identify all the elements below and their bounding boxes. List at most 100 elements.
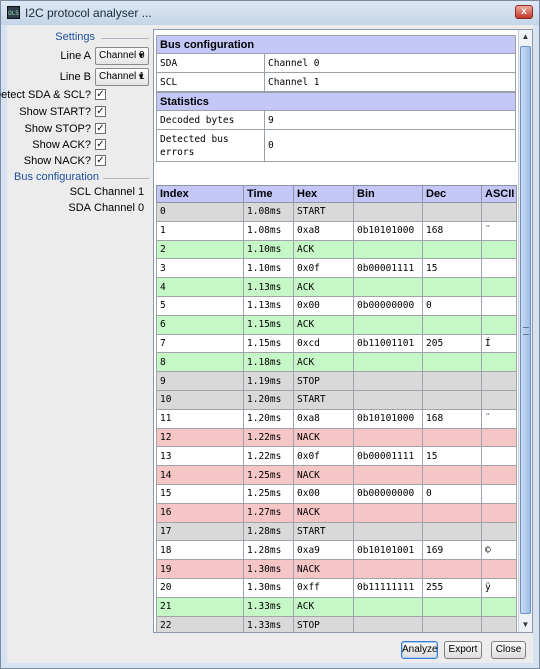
cell-dec: 205 <box>422 333 482 354</box>
cell-time: 1.22ms <box>243 446 294 467</box>
report-scroll-area[interactable]: Bus configuration SDA Channel 0 SCL Chan… <box>154 30 518 632</box>
table-row[interactable]: 4 1.13ms ACK <box>156 277 517 297</box>
table-row[interactable]: 18 1.28ms 0xa9 0b10101001 169 © <box>156 540 517 561</box>
column-header-dec: Dec <box>422 185 482 203</box>
cell-bin <box>353 314 423 335</box>
table-row[interactable]: 21 1.33ms ACK <box>156 596 517 617</box>
cell-bin: 0b11001101 <box>353 333 423 354</box>
table-row[interactable]: 10 1.20ms START <box>156 389 517 410</box>
cell-dec <box>422 465 482 485</box>
table-row[interactable]: 14 1.25ms NACK <box>156 465 517 485</box>
column-header-time: Time <box>243 185 294 203</box>
table-row[interactable]: 15 1.25ms 0x00 0b00000000 0 <box>156 483 517 504</box>
vertical-scrollbar[interactable]: ▲ ▼ <box>518 30 532 632</box>
table-row[interactable]: 7 1.15ms 0xcd 0b11001101 205 Í <box>156 333 517 354</box>
window-close-button[interactable]: x <box>515 5 533 19</box>
cell-index: 19 <box>156 559 244 579</box>
cell-time: 1.19ms <box>243 371 294 391</box>
cell-time: 1.33ms <box>243 596 294 617</box>
cell-ascii <box>481 258 517 279</box>
show-stop-checkbox[interactable]: ✓ <box>95 123 106 134</box>
cell-hex: 0x00 <box>293 295 354 316</box>
scroll-up-icon[interactable]: ▲ <box>519 30 532 44</box>
export-button[interactable]: Export <box>444 641 482 659</box>
cell-time: 1.13ms <box>243 295 294 316</box>
scroll-down-icon[interactable]: ▼ <box>519 618 532 632</box>
settings-header: Settings <box>7 31 149 45</box>
cell-hex: 0xa8 <box>293 408 354 429</box>
scl-value-cell: Channel 1 <box>264 72 516 92</box>
cell-hex: ACK <box>293 352 354 373</box>
table-row[interactable]: 11 1.20ms 0xa8 0b10101000 168 ¨ <box>156 408 517 429</box>
close-button[interactable]: Close <box>491 641 526 659</box>
cell-time: 1.08ms <box>243 202 294 222</box>
table-row[interactable]: 17 1.28ms START <box>156 521 517 542</box>
cell-index: 20 <box>156 577 244 598</box>
cell-ascii <box>481 277 517 297</box>
cell-index: 13 <box>156 446 244 467</box>
table-row[interactable]: 5 1.13ms 0x00 0b00000000 0 <box>156 295 517 316</box>
show-ack-label: Show ACK? <box>32 139 91 151</box>
show-ack-checkbox[interactable]: ✓ <box>95 139 106 150</box>
cell-index: 8 <box>156 352 244 373</box>
column-header-bin: Bin <box>353 185 423 203</box>
title-bar[interactable]: OLS I2C protocol analyser ... x <box>1 1 539 25</box>
table-row[interactable]: 19 1.30ms NACK <box>156 559 517 579</box>
cell-bin: 0b00000000 <box>353 295 423 316</box>
cell-hex: 0x0f <box>293 446 354 467</box>
table-row[interactable]: 9 1.19ms STOP <box>156 371 517 391</box>
table-row[interactable]: 22 1.33ms STOP <box>156 615 517 632</box>
decoded-bytes-value: 9 <box>264 110 516 130</box>
cell-ascii <box>481 202 517 222</box>
cell-bin: 0b00001111 <box>353 258 423 279</box>
scl-key: SCL <box>156 72 265 92</box>
client-area: Settings Line A Channel 0 ▼ Line B Chann… <box>0 25 533 663</box>
chevron-down-icon: ▼ <box>137 72 145 81</box>
cell-bin: 0b10101000 <box>353 408 423 429</box>
table-row[interactable]: 13 1.22ms 0x0f 0b00001111 15 <box>156 446 517 467</box>
line-a-label: Line A <box>60 50 91 62</box>
cell-bin <box>353 277 423 297</box>
column-header-hex: Hex <box>293 185 354 203</box>
table-row[interactable]: 2 1.10ms ACK <box>156 239 517 260</box>
cell-time: 1.30ms <box>243 559 294 579</box>
line-b-select[interactable]: Channel 1 ▼ <box>95 68 149 86</box>
cell-index: 0 <box>156 202 244 222</box>
show-nack-checkbox[interactable]: ✓ <box>95 155 106 166</box>
cell-dec: 15 <box>422 446 482 467</box>
table-row[interactable]: 8 1.18ms ACK <box>156 352 517 373</box>
table-row[interactable]: 12 1.22ms NACK <box>156 427 517 448</box>
cell-ascii <box>481 295 517 316</box>
cell-index: 2 <box>156 239 244 260</box>
table-row[interactable]: 16 1.27ms NACK <box>156 502 517 523</box>
table-row[interactable]: 0 1.08ms START <box>156 202 517 222</box>
cell-ascii <box>481 502 517 523</box>
scl-value: Channel 1 <box>94 186 145 198</box>
cell-time: 1.25ms <box>243 483 294 504</box>
cell-ascii <box>481 371 517 391</box>
cell-index: 22 <box>156 615 244 632</box>
button-bar: Analyze Export Close <box>7 637 533 663</box>
report-panel[interactable]: Bus configuration SDA Channel 0 SCL Chan… <box>153 29 533 633</box>
line-a-select[interactable]: Channel 0 ▼ <box>95 47 149 65</box>
header-divider <box>101 38 149 39</box>
scrollbar-thumb[interactable] <box>520 46 531 614</box>
detect-sda-scl-checkbox[interactable]: ✓ <box>95 89 106 100</box>
table-row[interactable]: 20 1.30ms 0xff 0b11111111 255 ÿ <box>156 577 517 598</box>
show-start-checkbox[interactable]: ✓ <box>95 106 106 117</box>
chevron-down-icon: ▼ <box>137 51 145 60</box>
table-row[interactable]: 1 1.08ms 0xa8 0b10101000 168 ¨ <box>156 220 517 241</box>
column-header-index: Index <box>156 185 244 203</box>
cell-hex: 0xa8 <box>293 220 354 241</box>
table-row[interactable]: 3 1.10ms 0x0f 0b00001111 15 <box>156 258 517 279</box>
cell-bin <box>353 427 423 448</box>
show-stop-label: Show STOP? <box>24 123 91 135</box>
cell-hex: NACK <box>293 502 354 523</box>
table-row: SCL Channel 1 <box>156 72 516 92</box>
bus-errors-key: Detected bus errors <box>156 129 265 162</box>
sda-value: Channel 0 <box>94 202 145 214</box>
analyze-button[interactable]: Analyze <box>401 641 438 659</box>
cell-ascii: © <box>481 540 517 561</box>
table-row[interactable]: 6 1.15ms ACK <box>156 314 517 335</box>
cell-hex: 0xa9 <box>293 540 354 561</box>
